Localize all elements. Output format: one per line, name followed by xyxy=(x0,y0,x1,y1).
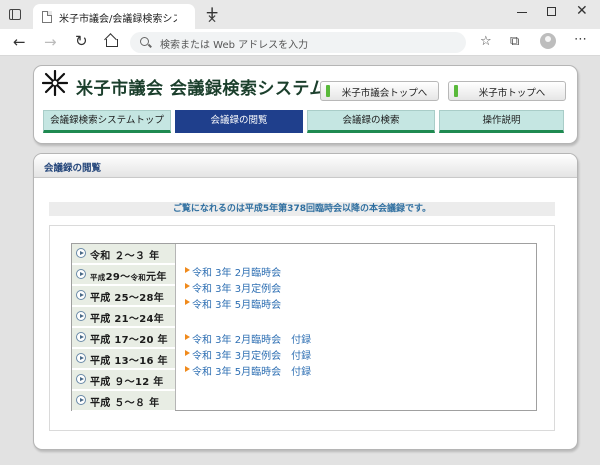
era-item[interactable]: 平成 17～20 年 xyxy=(72,328,175,348)
council-top-link-label: 米子市議会トップへ xyxy=(341,88,428,99)
browse-panel: 会議録の閲覧 ご覧になれるのは平成5年第378回臨時会以降の本会議録です。 令和… xyxy=(33,153,578,450)
browser-tab[interactable]: 米子市議会/会議録検索システム ✕ xyxy=(33,4,217,29)
arrow-right-icon xyxy=(185,267,190,273)
new-tab-icon[interactable]: + xyxy=(205,5,219,22)
play-circle-icon xyxy=(76,248,86,258)
panel-header: 会議録の閲覧 xyxy=(34,154,577,178)
address-placeholder: 検索または Web アドレスを入力 xyxy=(160,40,309,51)
collections-icon[interactable]: ⧉ xyxy=(510,34,519,49)
window-close-icon[interactable]: ✕ xyxy=(576,3,588,19)
play-circle-icon xyxy=(76,374,86,384)
play-circle-icon xyxy=(76,311,86,321)
play-circle-icon xyxy=(76,395,86,405)
favorite-icon[interactable]: ☆ xyxy=(480,34,492,49)
city-top-link-label: 米子市トップへ xyxy=(478,88,546,99)
era-item[interactable]: 平成 13～16 年 xyxy=(72,349,175,369)
arrow-right-icon xyxy=(185,334,190,340)
menu-search-minutes[interactable]: 会議録の検索 xyxy=(307,110,435,133)
era-item[interactable]: 平成29～令和元年 xyxy=(72,265,175,285)
play-circle-icon xyxy=(76,353,86,363)
council-top-link[interactable]: 米子市議会トップへ xyxy=(320,81,439,101)
minutes-list-frame: 令和 ２～３ 年 平成29～令和元年 平成 25～28年 平成 21～24年 平… xyxy=(49,225,555,431)
forward-icon[interactable]: → xyxy=(44,33,57,51)
menu-browse-minutes[interactable]: 会議録の閲覧 xyxy=(175,110,303,133)
site-header: 米子市議会 会議録検索システム 米子市議会トップへ 米子市トップへ 会議録検索シ… xyxy=(33,65,578,144)
availability-notice: ご覧になれるのは平成5年第378回臨時会以降の本会議録です。 xyxy=(49,202,555,216)
menu-help[interactable]: 操作説明 xyxy=(439,110,564,133)
site-title: 米子市議会 会議録検索システム xyxy=(76,79,327,99)
play-circle-icon xyxy=(76,332,86,342)
era-item[interactable]: 令和 ２～３ 年 xyxy=(72,244,175,264)
arrow-right-icon xyxy=(185,283,190,289)
browser-toolbar: ← → ↻ 検索または Web アドレスを入力 ☆ ⧉ ⋯ xyxy=(0,29,600,56)
page-icon xyxy=(42,11,52,23)
era-item[interactable]: 平成 25～28年 xyxy=(72,286,175,306)
minimize-icon[interactable] xyxy=(517,12,527,13)
address-bar[interactable]: 検索または Web アドレスを入力 xyxy=(130,32,466,53)
tab-actions-icon[interactable] xyxy=(9,9,21,20)
column-divider xyxy=(175,244,176,410)
play-circle-icon xyxy=(76,269,86,279)
arrow-right-icon xyxy=(185,366,190,372)
search-icon xyxy=(140,37,149,46)
browser-window: 米子市議会/会議録検索システム ✕ + ✕ ← → ↻ 検索または Web アド… xyxy=(0,0,600,465)
panel-title: 会議録の閲覧 xyxy=(44,163,102,174)
city-top-link[interactable]: 米子市トップへ xyxy=(448,81,566,101)
arrow-right-icon xyxy=(185,350,190,356)
more-icon[interactable]: ⋯ xyxy=(574,32,587,47)
era-item[interactable]: 平成 ９～12 年 xyxy=(72,370,175,390)
arrow-right-icon xyxy=(185,299,190,305)
era-item[interactable]: 平成 ５～８ 年 xyxy=(72,391,175,411)
city-emblem-icon xyxy=(42,70,68,96)
page-viewport: 米子市議会 会議録検索システム 米子市議会トップへ 米子市トップへ 会議録検索シ… xyxy=(0,56,600,465)
era-list: 令和 ２～３ 年 平成29～令和元年 平成 25～28年 平成 21～24年 平… xyxy=(72,244,175,411)
minutes-browser: 令和 ２～３ 年 平成29～令和元年 平成 25～28年 平成 21～24年 平… xyxy=(71,243,537,411)
back-icon[interactable]: ← xyxy=(13,33,26,51)
maximize-icon[interactable] xyxy=(547,7,556,16)
play-circle-icon xyxy=(76,290,86,300)
era-item[interactable]: 平成 21～24年 xyxy=(72,307,175,327)
home-icon[interactable] xyxy=(105,33,118,47)
menu-system-top[interactable]: 会議録検索システムトップ xyxy=(43,110,171,133)
tab-title: 米子市議会/会議録検索システム xyxy=(59,14,177,25)
profile-icon[interactable] xyxy=(540,33,556,49)
tab-strip: 米子市議会/会議録検索システム ✕ + ✕ xyxy=(0,0,600,29)
reload-icon[interactable]: ↻ xyxy=(75,32,88,50)
